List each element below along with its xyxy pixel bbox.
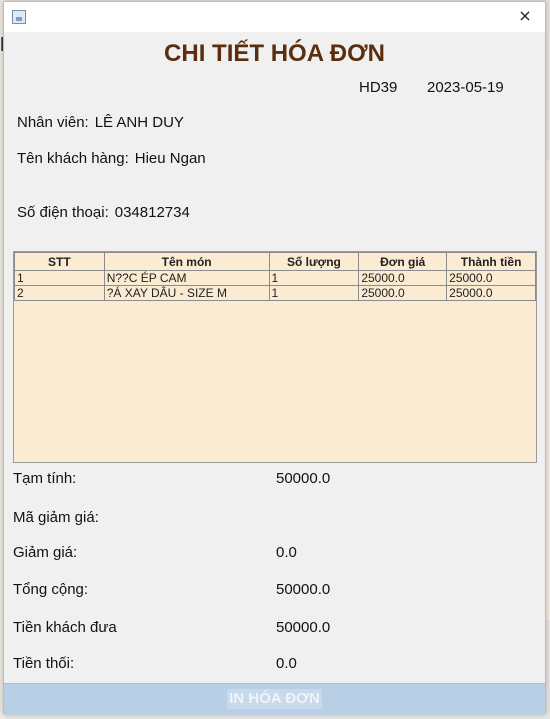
app-window-icon: [12, 10, 26, 24]
employee-label: Nhân viên:: [17, 114, 89, 131]
cash-received-value: 50000.0: [276, 619, 331, 636]
cell-quantity: 1: [268, 270, 360, 286]
table-row[interactable]: 1 N??C ÉP CAM 1 25000.0 25000.0: [14, 270, 536, 286]
subtotal-value: 50000.0: [276, 470, 331, 487]
discount-code-label: Mã giảm giá:: [13, 509, 99, 526]
change-value: 0.0: [276, 655, 297, 672]
discount-value: 0.0: [276, 544, 297, 561]
invoice-title: CHI TIẾT HÓA ĐƠN: [164, 40, 385, 67]
column-header-amount[interactable]: Thành tiền: [446, 252, 536, 271]
total-value: 50000.0: [276, 581, 331, 598]
cell-item-name: N??C ÉP CAM: [103, 270, 270, 286]
invoice-date: 2023-05-19: [427, 79, 504, 96]
print-invoice-button[interactable]: IN HÓA ĐƠN: [4, 683, 545, 715]
employee-value: LÊ ANH DUY: [94, 114, 184, 131]
customer-value: Hieu Ngan: [134, 150, 206, 167]
title-bar: ×: [4, 2, 545, 32]
invoice-id: HD39: [359, 79, 398, 96]
subtotal-label: Tạm tính:: [13, 470, 77, 487]
cell-unit-price: 25000.0: [358, 285, 448, 301]
cash-received-label: Tiền khách đưa: [13, 619, 117, 636]
column-header-stt[interactable]: STT: [14, 252, 105, 271]
cell-quantity: 1: [268, 285, 360, 301]
phone-row: Số điện thoại: 034812734: [17, 204, 190, 221]
table-header-row: STT Tên món Số lượng Đơn giá Thành tiền: [14, 252, 536, 271]
invoice-dialog: × CHI TIẾT HÓA ĐƠN HD39 2023-05-19 Nhân …: [3, 1, 546, 715]
cell-item-name: ?Á XAY DÂU - SIZE M: [103, 285, 270, 301]
change-label: Tiền thối:: [13, 655, 75, 672]
dialog-content: CHI TIẾT HÓA ĐƠN HD39 2023-05-19 Nhân vi…: [4, 32, 545, 715]
customer-row: Tên khách hàng: Hieu Ngan: [17, 150, 206, 167]
column-header-unit-price[interactable]: Đơn giá: [358, 252, 448, 271]
phone-value: 034812734: [114, 204, 190, 221]
employee-row: Nhân viên: LÊ ANH DUY: [17, 114, 184, 131]
column-header-quantity[interactable]: Số lượng: [268, 252, 360, 271]
phone-label: Số điện thoại:: [17, 204, 109, 221]
close-icon[interactable]: ×: [515, 6, 535, 26]
cell-amount: 25000.0: [446, 270, 536, 286]
cell-unit-price: 25000.0: [358, 270, 448, 286]
cell-stt: 2: [14, 285, 105, 301]
print-invoice-label: IN HÓA ĐƠN: [227, 689, 322, 709]
total-label: Tổng cộng:: [13, 581, 89, 598]
discount-label: Giảm giá:: [13, 544, 78, 561]
customer-label: Tên khách hàng:: [17, 150, 129, 167]
cell-amount: 25000.0: [446, 285, 536, 301]
table-row[interactable]: 2 ?Á XAY DÂU - SIZE M 1 25000.0 25000.0: [14, 285, 536, 301]
order-items-table[interactable]: STT Tên món Số lượng Đơn giá Thành tiền …: [13, 251, 537, 463]
cell-stt: 1: [14, 270, 105, 286]
column-header-item-name[interactable]: Tên món: [103, 252, 270, 271]
